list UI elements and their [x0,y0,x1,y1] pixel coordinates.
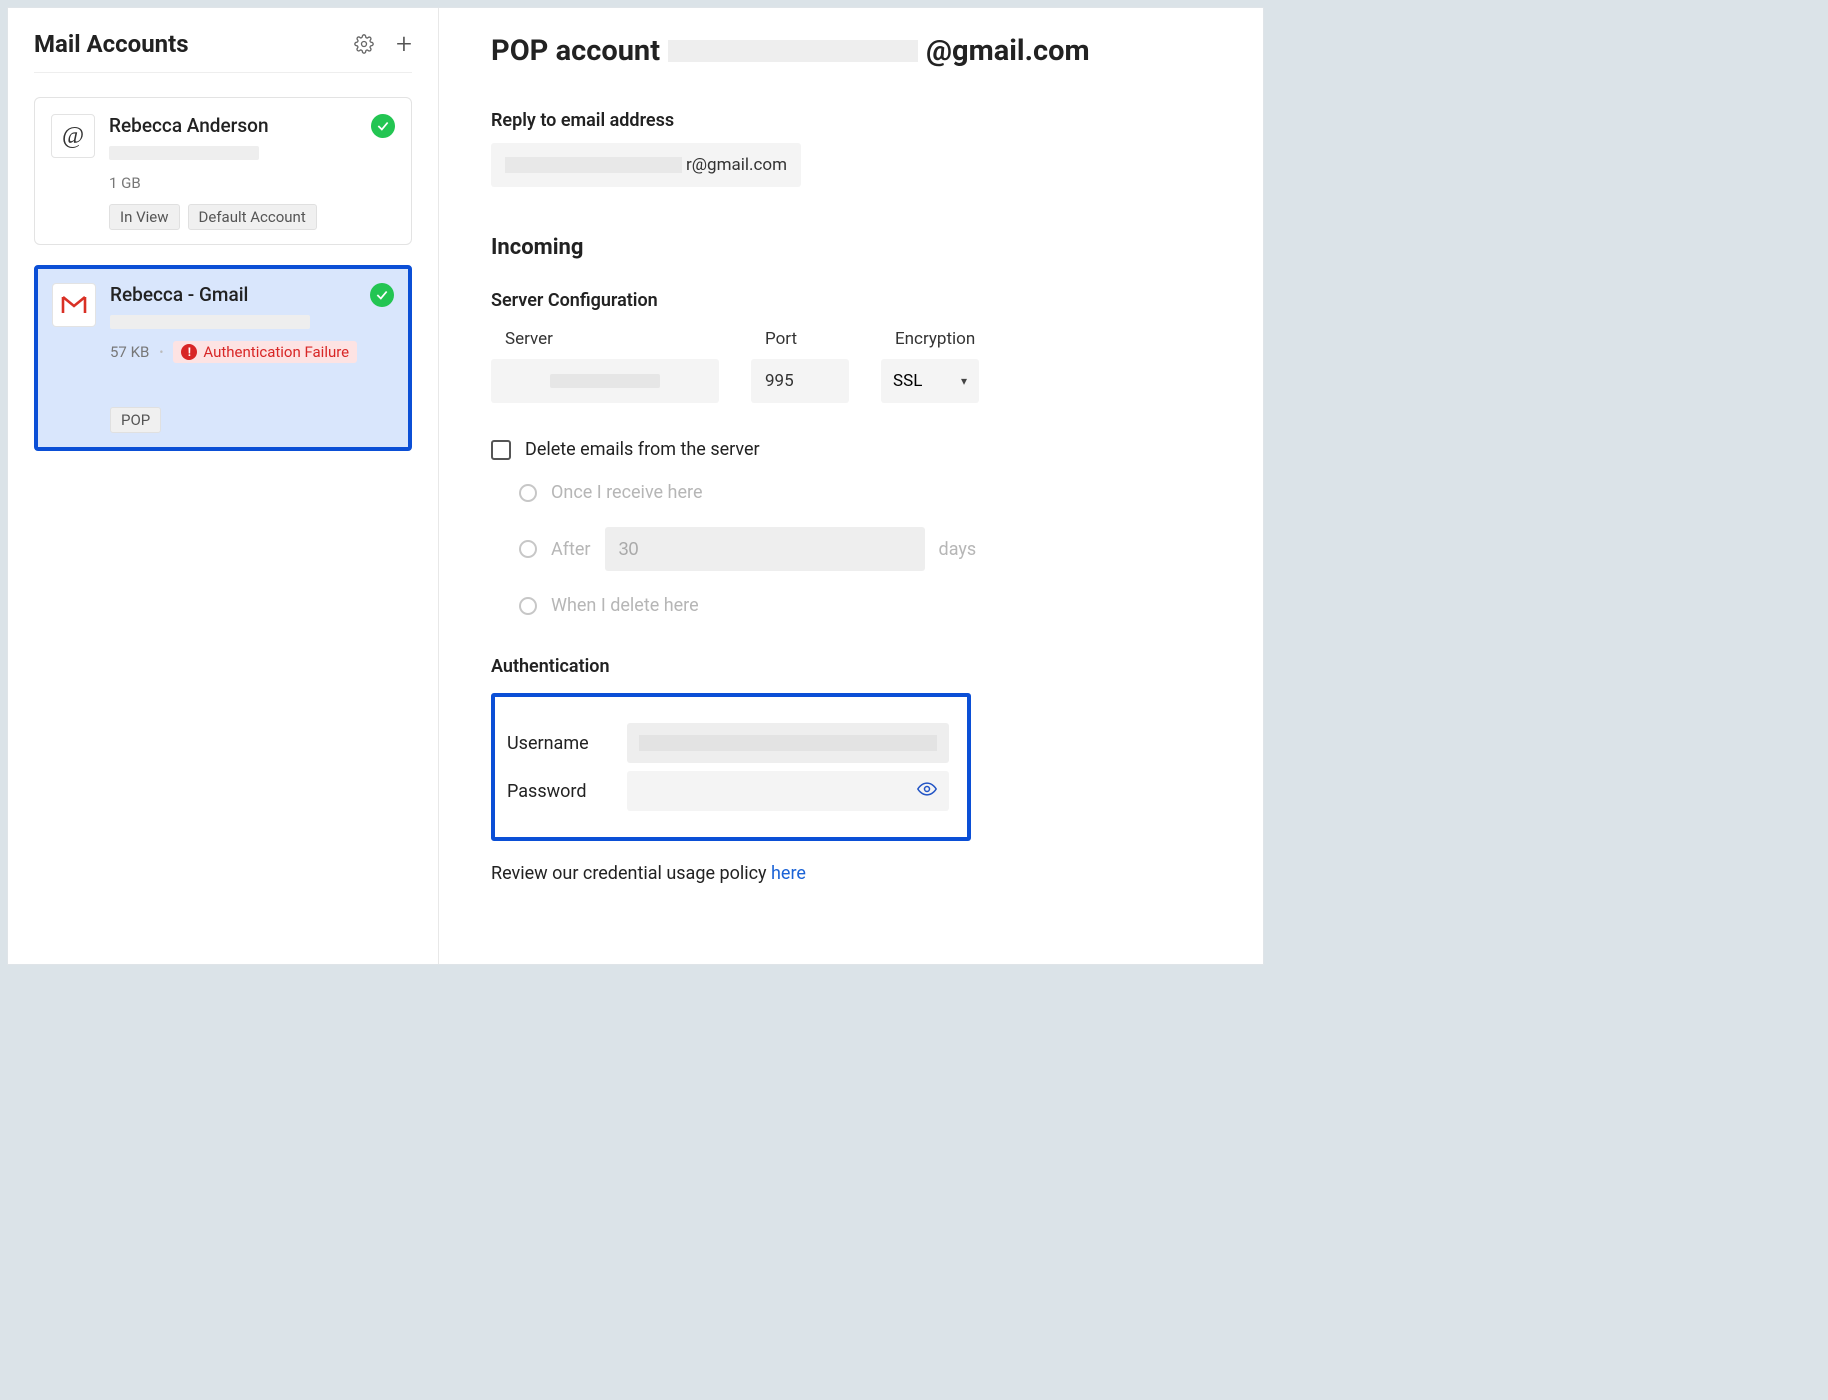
eye-icon[interactable] [917,779,937,803]
reply-label: Reply to email address [491,110,1211,131]
server-config-row: Server Port 995 Encryption SSL ▾ [491,329,1211,403]
radio-after-suffix: days [939,539,977,560]
account-name: Rebecca Anderson [109,114,269,137]
radio-once-label: Once I receive here [551,482,703,503]
redacted-server [550,374,660,388]
radio-icon [519,484,537,502]
check-icon [371,114,395,138]
sidebar-header-actions: + [354,30,412,58]
policy-prefix: Review our credential usage policy [491,863,771,884]
server-label: Server [491,329,719,349]
auth-heading: Authentication [491,656,1211,677]
title-suffix: @gmail.com [926,34,1090,68]
error-text: Authentication Failure [203,343,349,361]
port-value: 995 [765,371,794,391]
at-icon: @ [51,114,95,158]
radio-after-days[interactable]: After days [519,527,1211,571]
radio-when-delete-label: When I delete here [551,595,699,616]
title-prefix: POP account [491,34,660,68]
checkbox-icon [491,440,511,460]
password-input[interactable] [627,771,949,811]
delete-emails-checkbox[interactable]: Delete emails from the server [491,439,1211,460]
port-input[interactable]: 995 [751,359,849,403]
username-row: Username [507,723,949,763]
reply-email-input[interactable]: r@gmail.com [491,143,801,187]
username-label: Username [507,733,603,754]
account-card[interactable]: @ Rebecca Anderson 1 GB In View Default … [34,97,412,245]
redacted-title-email [668,40,918,62]
redacted-username [639,735,937,751]
account-body: Rebecca Anderson 1 GB In View Default Ac… [109,114,395,230]
port-label: Port [751,329,849,349]
incoming-heading: Incoming [491,235,1211,260]
chevron-down-icon: ▾ [961,374,967,388]
account-size: 57 KB [110,343,149,361]
account-card-selected[interactable]: Rebecca - Gmail 57 KB • ! Authentication… [34,265,412,451]
auth-box: Username Password [491,693,971,841]
account-name: Rebecca - Gmail [110,283,248,306]
error-badge: ! Authentication Failure [173,341,357,363]
main-panel: POP account @gmail.com Reply to email ad… [439,8,1263,964]
radio-when-delete[interactable]: When I delete here [519,595,1211,616]
redacted-email [110,315,310,329]
policy-text: Review our credential usage policy here [491,863,1211,884]
radio-after-prefix: After [551,539,591,560]
redacted-email [109,146,259,160]
server-input[interactable] [491,359,719,403]
alert-icon: ! [181,344,197,360]
radio-once-receive[interactable]: Once I receive here [519,482,1211,503]
sidebar-header: Mail Accounts + [34,30,412,73]
server-config-heading: Server Configuration [491,290,1211,311]
encryption-select[interactable]: SSL ▾ [881,359,979,403]
gmail-icon [52,283,96,327]
redacted-reply [505,157,682,173]
tag-in-view: In View [109,204,180,230]
radio-icon [519,540,537,558]
gear-icon[interactable] [354,34,374,54]
password-row: Password [507,771,949,811]
account-size: 1 GB [109,174,395,192]
sidebar: Mail Accounts + @ Rebecca Anderson [8,8,439,964]
account-body: Rebecca - Gmail 57 KB • ! Authentication… [110,283,394,433]
plus-icon[interactable]: + [396,30,412,58]
encryption-label: Encryption [881,329,979,349]
check-icon [370,283,394,307]
username-input[interactable] [627,723,949,763]
encryption-value: SSL [893,371,922,391]
password-label: Password [507,781,603,802]
after-days-input[interactable] [605,527,925,571]
tag-pop: POP [110,407,161,433]
sidebar-title: Mail Accounts [34,30,189,58]
reply-suffix: r@gmail.com [686,155,787,175]
tag-default: Default Account [188,204,317,230]
separator-dot: • [159,345,163,359]
policy-link[interactable]: here [771,863,806,884]
delete-label: Delete emails from the server [525,439,760,460]
delete-emails-group: Delete emails from the server Once I rec… [491,439,1211,616]
page-title: POP account @gmail.com [491,34,1211,68]
radio-icon [519,597,537,615]
app-frame: Mail Accounts + @ Rebecca Anderson [7,7,1264,965]
delete-options: Once I receive here After days When I de… [491,482,1211,616]
